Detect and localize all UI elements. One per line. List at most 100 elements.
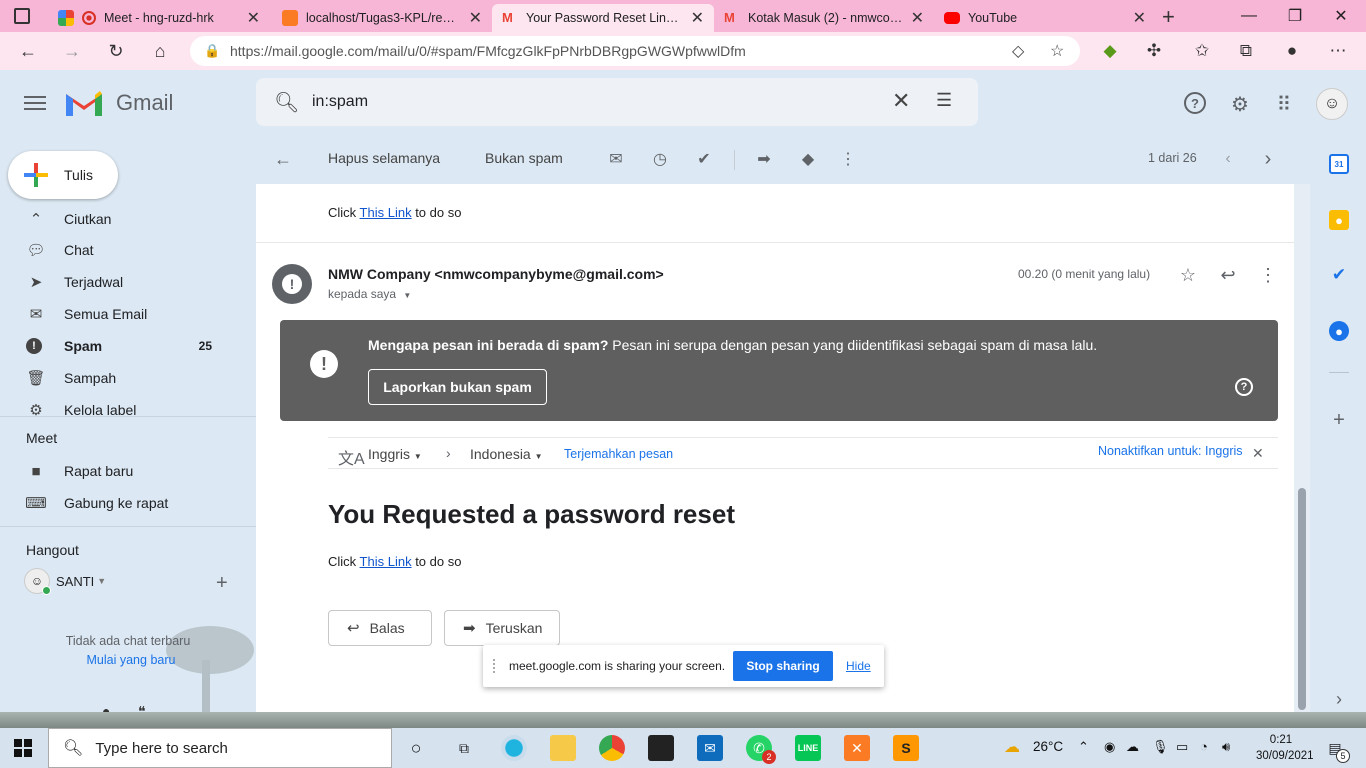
whatsapp-icon[interactable]: ✆ 2 [746,735,776,764]
sidebar-item-all-mail[interactable]: ✉ Semua Email [0,298,240,330]
compose-button[interactable]: Tulis [8,151,118,199]
favorites-icon[interactable]: ✩ [1190,39,1214,63]
tab-inbox[interactable]: M Kotak Masuk (2) - nmwcomp ✕ [714,4,934,32]
chevron-up-icon[interactable]: ⌃ [1078,739,1089,755]
start-new-chat-link[interactable]: Mulai yang baru [0,653,262,667]
hangout-user[interactable]: ☺ SANTI ▼ [24,568,106,595]
temperature[interactable]: 26°C [1033,739,1063,754]
url-field[interactable]: 🔒 https://mail.google.com/mail/u/0/#spam… [190,36,1080,66]
sidebar-item-trash[interactable]: 🗑︎ Sampah [0,362,240,394]
volume-icon[interactable]: 🔊︎ [1222,739,1230,755]
help-icon[interactable]: ? [1184,92,1206,114]
back-icon[interactable]: ← [14,38,42,64]
settings-gear-icon[interactable]: ⚙ [1228,92,1252,116]
chrome-icon[interactable] [599,735,625,761]
mail-app-icon[interactable]: ✉ [697,735,723,761]
search-icon[interactable]: 🔍︎ [274,90,299,115]
minimize-icon[interactable]: — [1226,0,1272,32]
target-language-select[interactable]: Indonesia ▼ [470,446,543,462]
reader-icon[interactable]: ◇ [1012,41,1024,61]
restore-icon[interactable]: ❐ [1272,0,1318,32]
meet-new-meeting[interactable]: ■ Rapat baru [0,455,240,487]
close-icon[interactable]: ✕ [247,8,260,28]
lock-icon[interactable]: 🔒 [204,43,220,59]
sender-name[interactable]: NMW Company <nmwcompanybyme@gmail.com> [328,266,664,282]
message-more-icon[interactable]: ⋮ [1257,264,1279,286]
refresh-icon[interactable]: ↻ [102,38,130,64]
add-favorite-icon[interactable]: ☆ [1050,41,1064,61]
extensions-puzzle-icon[interactable]: ✣ [1142,39,1166,63]
stop-sharing-button[interactable]: Stop sharing [733,651,833,681]
home-icon[interactable]: ⌂ [146,38,174,64]
scrollbar-thumb[interactable] [1298,488,1306,710]
more-icon[interactable]: ⋯ [1326,39,1350,63]
forward-icon[interactable]: → [58,38,86,64]
delete-forever-button[interactable]: Hapus selamanya [328,150,440,166]
file-explorer-icon[interactable] [550,735,576,761]
tab-password-reset[interactable]: M Your Password Reset Link - w ✕ [492,4,714,32]
this-link[interactable]: This Link [360,554,412,569]
contacts-icon[interactable]: ● [1329,321,1349,341]
recipient-details[interactable]: kepada saya ▼ [328,287,411,301]
task-view-icon[interactable]: ⧉ [451,735,477,761]
edge-icon[interactable] [501,735,527,761]
xampp-icon[interactable]: ✕ [844,735,870,761]
help-icon[interactable]: ? [1235,378,1253,396]
caret-down-icon[interactable]: ▼ [97,576,106,586]
add-addon-icon[interactable]: + [1329,409,1349,431]
hide-share-bar-link[interactable]: Hide [846,659,871,673]
microphone-icon[interactable]: 🎙︎ [1152,739,1169,755]
cortana-icon[interactable]: ○ [403,735,429,761]
search-options-icon[interactable]: ☰ [936,90,952,111]
move-to-icon[interactable]: ➡ [753,148,775,170]
email-scrollbar[interactable] [1294,184,1310,712]
main-menu-icon[interactable] [22,92,48,116]
add-contact-icon[interactable]: + [216,572,228,595]
calendar-icon[interactable]: 31 [1329,154,1349,174]
back-to-list-icon[interactable]: ← [272,148,294,170]
mark-unread-icon[interactable]: ✉ [605,148,627,170]
close-window-icon[interactable]: ✕ [1318,0,1364,32]
report-not-spam-button[interactable]: Laporkan bukan spam [368,369,547,405]
onedrive-icon[interactable]: ☁ [1126,739,1139,755]
turn-off-translation-link[interactable]: Nonaktifkan untuk: Inggris [1098,444,1243,458]
chevron-left-icon[interactable]: ‹ [1217,148,1239,170]
label-icon[interactable]: ◆ [797,148,819,170]
close-icon[interactable]: ✕ [1133,8,1146,28]
collections-icon[interactable]: ⧉ [1234,39,1258,63]
add-task-icon[interactable]: ✔ [693,148,715,170]
source-language-select[interactable]: Inggris ▼ [368,446,422,462]
sidebar-item-manage-labels[interactable]: ⚙ Kelola label [0,394,240,416]
tasks-icon[interactable]: ✔ [1329,265,1349,285]
taskbar-clock[interactable]: 0:21 30/09/2021 [1256,732,1314,764]
weather-icon[interactable]: ☁ [1004,737,1020,757]
forward-button[interactable]: ➡ Teruskan [444,610,560,646]
meet-tray-icon[interactable]: ◉ [1104,739,1115,755]
close-icon[interactable]: ✕ [691,8,704,28]
sidebar-item-spam[interactable]: ! Spam 25 [0,330,240,362]
line-icon[interactable]: LINE [795,735,821,761]
account-avatar[interactable]: ☺ [1316,88,1348,120]
tab-meet[interactable]: Meet - hng-ruzd-hrk ✕ [48,4,270,32]
meet-join-meeting[interactable]: ⌨ Gabung ke rapat [0,487,240,519]
gmail-logo[interactable]: Gmail [64,88,173,118]
tab-youtube[interactable]: YouTube ✕ [934,4,1156,32]
chevron-right-icon[interactable]: › [1257,148,1279,170]
close-icon[interactable]: ✕ [911,8,924,28]
close-icon[interactable]: ✕ [1252,445,1264,462]
new-tab-icon[interactable]: + [1162,4,1175,30]
expand-panel-icon[interactable]: › [1329,689,1349,709]
star-icon[interactable]: ☆ [1177,264,1199,286]
this-link[interactable]: This Link [360,205,412,220]
tab-actions-icon[interactable] [14,8,30,24]
wifi-icon[interactable]: ◔ [1200,739,1208,754]
close-icon[interactable]: ✕ [469,8,482,28]
more-actions-icon[interactable]: ⋮ [837,148,859,170]
reply-button[interactable]: ↩ Balas [328,610,432,646]
drag-handle[interactable] [493,659,499,673]
sidebar-item-scheduled[interactable]: ➤ Terjadwal [0,266,240,298]
reply-icon[interactable]: ↩ [1217,264,1239,286]
taskbar-search[interactable]: 🔍︎ Type here to search [48,728,392,768]
translate-message-link[interactable]: Terjemahkan pesan [564,447,673,461]
not-spam-button[interactable]: Bukan spam [485,150,563,166]
